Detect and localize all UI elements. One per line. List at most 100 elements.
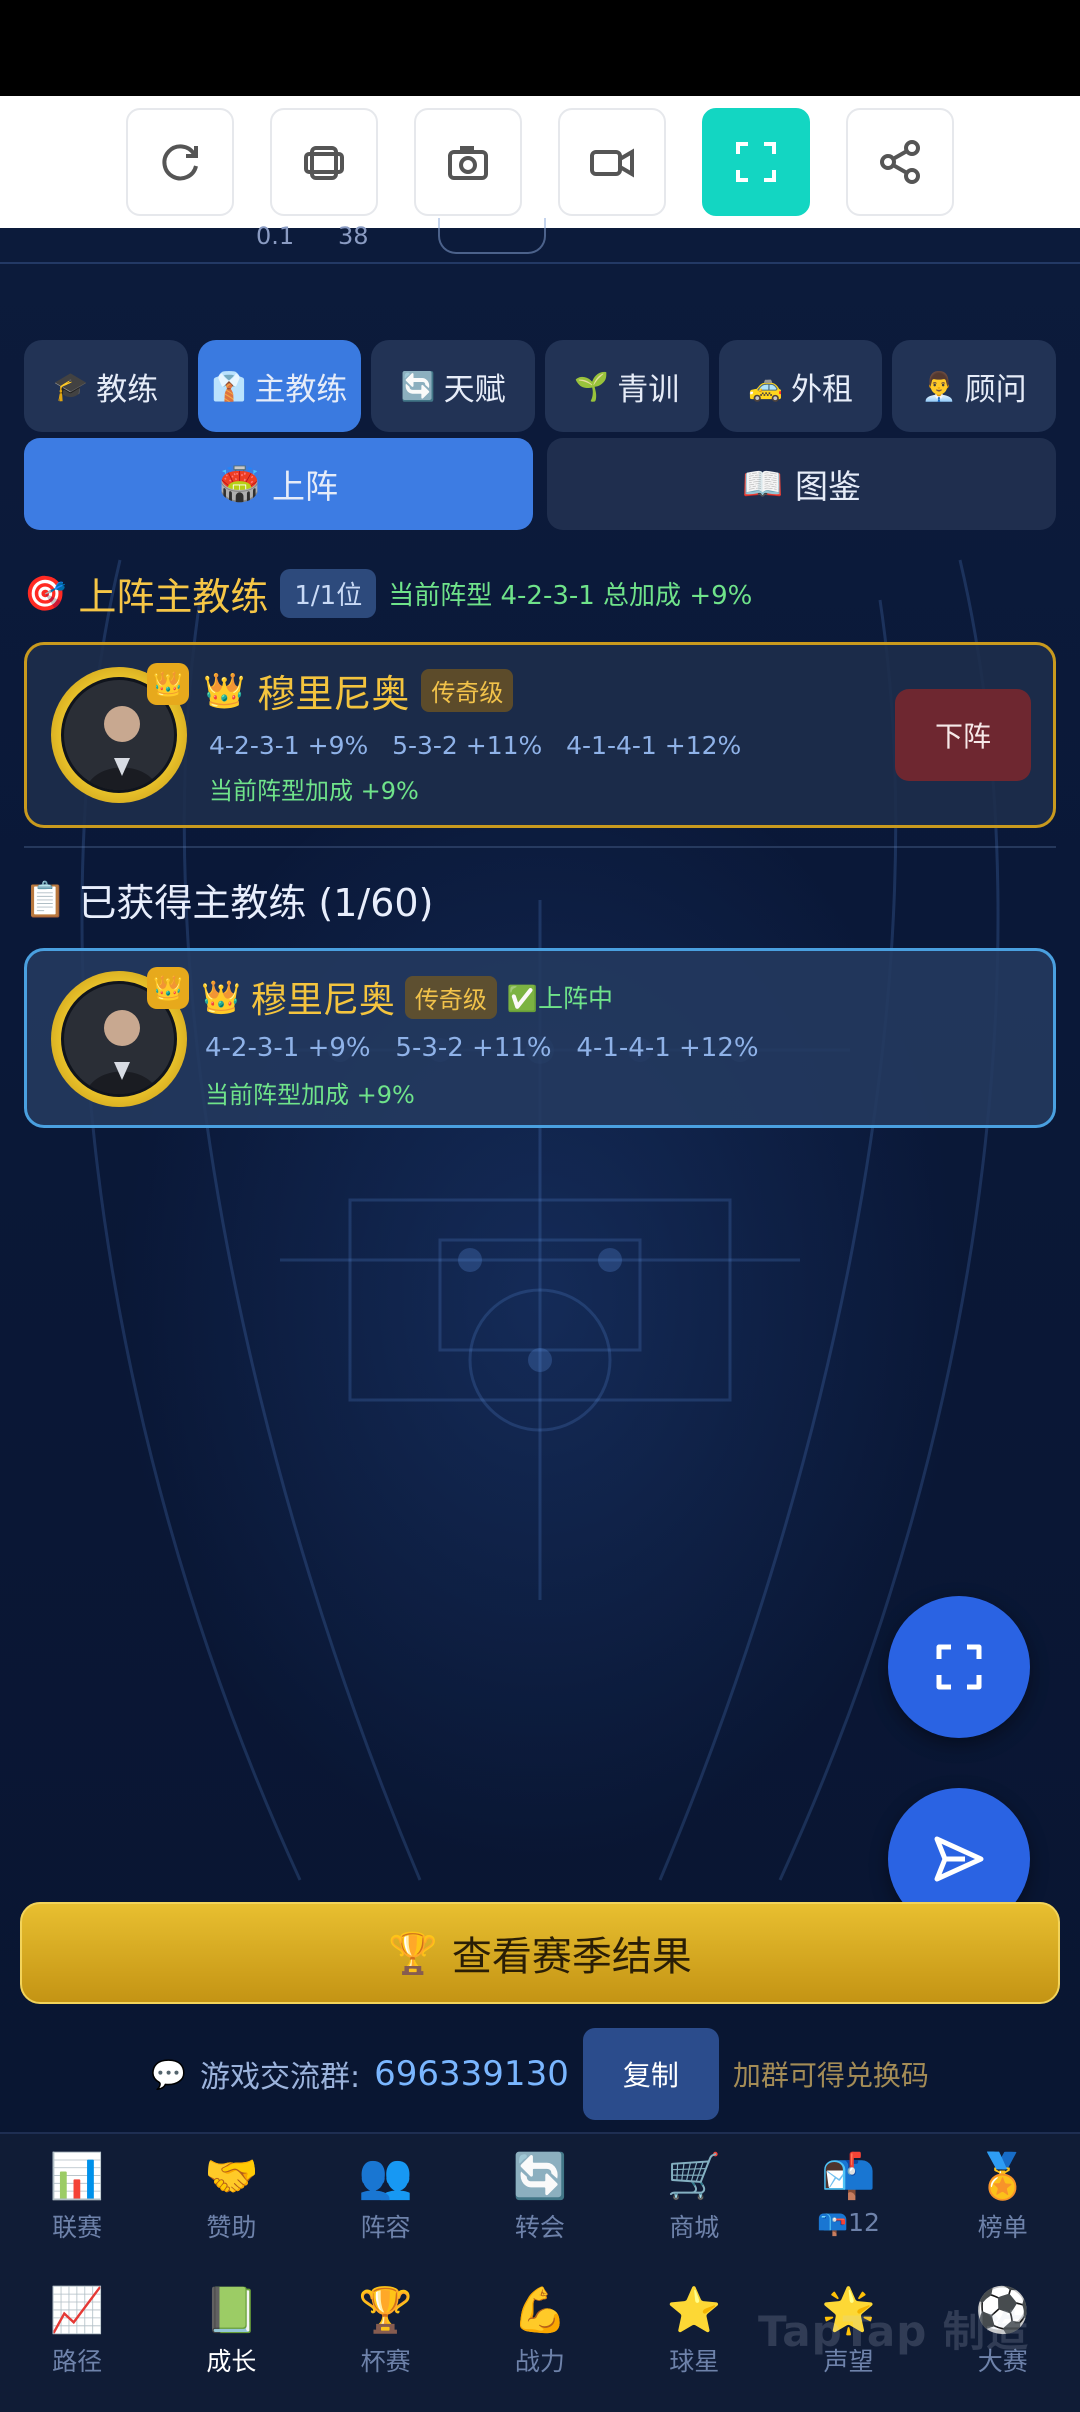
nav-sponsor[interactable]: 🤝 赞助 <box>154 2148 308 2244</box>
tab-label: 教练 <box>96 371 159 408</box>
nav-label: 📪12 <box>816 2208 880 2237</box>
nav-label: 球星 <box>669 2347 720 2376</box>
subtab-label: 上阵 <box>272 467 339 506</box>
tab-label: 顾问 <box>964 371 1027 408</box>
tab-advisor[interactable]: 👨‍💼 顾问 <box>892 340 1057 432</box>
scrap-value-2: 38 <box>338 222 369 250</box>
copy-button[interactable]: 复制 <box>582 2028 719 2120</box>
tab-label: 主教练 <box>254 371 348 408</box>
coach-name-row: 👑 穆里尼奥 传奇级 ✅上阵中 <box>201 971 613 1023</box>
star-icon: ⭐ <box>666 2285 722 2336</box>
rarity-badge: 传奇级 <box>421 669 514 712</box>
slot-count-badge: 1/1位 <box>280 569 377 618</box>
trophy-icon: 🏆 <box>388 1930 438 1977</box>
nav-power[interactable]: 💪 战力 <box>463 2282 617 2378</box>
nav-label: 赞助 <box>206 2213 257 2242</box>
fullscreen-icon <box>936 1644 982 1690</box>
video-button[interactable] <box>558 108 666 216</box>
owned-section-header: 📋 已获得主教练 (1/60) <box>24 872 433 927</box>
book-icon: 📖 <box>741 464 784 503</box>
tab-loan[interactable]: 🚕 外租 <box>718 340 883 432</box>
formation-bonuses: 4-2-3-1 +9% 5-3-2 +11% 4-1-4-1 +12% <box>205 1033 759 1063</box>
send-icon <box>934 1836 984 1882</box>
nav-mail[interactable]: 📬 📪12 <box>771 2148 925 2244</box>
nav-growth[interactable]: 📗 成长 <box>154 2282 308 2378</box>
rarity-badge: 传奇级 <box>404 975 497 1019</box>
bottom-navigation: 📊 联赛 🤝 赞助 👥 阵容 🔄 转会 🛒 商城 📬 📪12 🏅 榜单 📈 路径 📗 成长 🏆 杯赛… <box>0 2132 1080 2412</box>
nav-row-1: 📊 联赛 🤝 赞助 👥 阵容 🔄 转会 🛒 商城 📬 📪12 🏅 榜单 <box>0 2148 1080 2244</box>
crown-icon: 👑 <box>201 978 241 1016</box>
crown-badge-icon: 👑 <box>147 967 189 1009</box>
scrap-pill <box>438 218 546 254</box>
coach-avatar: 👑 <box>51 663 189 803</box>
clipboard-icon: 📋 <box>24 879 67 920</box>
taxi-icon: 🚕 <box>748 369 783 403</box>
refresh-icon <box>162 144 198 181</box>
layers-button[interactable] <box>270 108 378 216</box>
nav-transfer[interactable]: 🔄 转会 <box>463 2148 617 2244</box>
owned-coach-card[interactable]: 👑 👑 穆里尼奥 传奇级 ✅上阵中 4-2-3-1 +9% 5-3-2 +11%… <box>24 948 1056 1128</box>
layers-icon <box>304 146 344 180</box>
handshake-icon: 🤝 <box>203 2151 259 2202</box>
seedling-icon: 🌱 <box>574 369 610 403</box>
status-bar <box>0 0 1080 96</box>
trophy-icon: 🏆 <box>358 2285 414 2336</box>
nav-path[interactable]: 📈 路径 <box>0 2282 154 2378</box>
group-number: 696339130 <box>374 2054 569 2094</box>
people-icon: 👥 <box>358 2151 414 2202</box>
nav-league[interactable]: 📊 联赛 <box>0 2148 154 2244</box>
tab-talent[interactable]: 🔄 天赋 <box>371 340 536 432</box>
nav-label: 阵容 <box>360 2213 411 2242</box>
coach-category-tabs: 🎓 教练 👔 主教练 🔄 天赋 🌱 青训 🚕 外租 👨‍💼 顾问 <box>24 340 1057 432</box>
subtab-label: 图鉴 <box>795 467 862 506</box>
flexed-arm-icon: 💪 <box>512 2285 568 2336</box>
lineup-section-header: 🎯 上阵主教练 1/1位 当前阵型 4-2-3-1 总加成 +9% <box>24 566 752 621</box>
section-title: 已获得主教练 (1/60) <box>78 881 434 925</box>
cycle-icon: 🔄 <box>400 369 436 403</box>
chat-bubble-icon: 💬 <box>151 2057 187 2091</box>
view-subtabs: 🏟️ 上阵 📖 图鉴 <box>24 438 1056 530</box>
fullscreen-fab[interactable] <box>888 1596 1030 1738</box>
tab-label: 天赋 <box>443 371 506 408</box>
screenshot-toolbar <box>0 96 1080 228</box>
necktie-icon: 👔 <box>211 369 247 403</box>
formation-total-bonus: 当前阵型 4-2-3-1 总加成 +9% <box>388 581 753 611</box>
scrap-value-1: 0.1 <box>256 222 295 250</box>
tab-youth[interactable]: 🌱 青训 <box>545 340 709 432</box>
mailbox-icon: 📬 <box>821 2151 876 2202</box>
nav-label: 榜单 <box>977 2213 1028 2242</box>
tab-head-coach[interactable]: 👔 主教练 <box>197 340 362 432</box>
formation-bonuses: 4-2-3-1 +9% 5-3-2 +11% 4-1-4-1 +12% <box>209 731 742 760</box>
coach-name: 穆里尼奥 <box>257 672 410 716</box>
trend-chart-icon: 📈 <box>49 2285 105 2336</box>
medal-icon: 🏅 <box>975 2151 1031 2202</box>
nav-label: 杯赛 <box>360 2347 411 2376</box>
community-group-row: 💬 游戏交流群: 696339130 复制 加群可得兑换码 <box>0 2026 1080 2122</box>
tab-lineup[interactable]: 🏟️ 上阵 <box>24 438 533 530</box>
nav-cup[interactable]: 🏆 杯赛 <box>309 2282 463 2378</box>
share-icon <box>880 140 920 184</box>
camera-button[interactable] <box>414 108 522 216</box>
share-button[interactable] <box>846 108 954 216</box>
coach-avatar: 👑 <box>51 967 189 1107</box>
crown-icon: 👑 <box>203 670 246 711</box>
stadium-icon: 🏟️ <box>218 464 261 503</box>
nav-shop[interactable]: 🛒 商城 <box>617 2148 771 2244</box>
taptap-watermark: TapTap 制造 <box>758 2307 1029 2356</box>
current-formation-bonus: 当前阵型加成 +9% <box>209 777 419 805</box>
bar-chart-icon: 📊 <box>49 2151 105 2202</box>
crown-badge-icon: 👑 <box>147 663 189 705</box>
active-coach-card: 👑 👑 穆里尼奥 传奇级 4-2-3-1 +9% 5-3-2 +11% 4-1-… <box>24 642 1056 828</box>
graduation-cap-icon: 🎓 <box>53 369 89 403</box>
refresh-button[interactable] <box>126 108 234 216</box>
fullscreen-icon <box>736 142 776 182</box>
view-season-results-button[interactable]: 🏆 查看赛季结果 <box>20 1902 1060 2004</box>
nav-stars[interactable]: ⭐ 球星 <box>617 2282 771 2378</box>
tab-coach[interactable]: 🎓 教练 <box>24 340 188 432</box>
tab-collection[interactable]: 📖 图鉴 <box>547 438 1056 530</box>
camera-icon <box>448 146 488 180</box>
remove-from-lineup-button[interactable]: 下阵 <box>895 689 1031 781</box>
nav-squad[interactable]: 👥 阵容 <box>309 2148 463 2244</box>
nav-ranking[interactable]: 🏅 榜单 <box>926 2148 1080 2244</box>
fullscreen-button[interactable] <box>702 108 810 216</box>
